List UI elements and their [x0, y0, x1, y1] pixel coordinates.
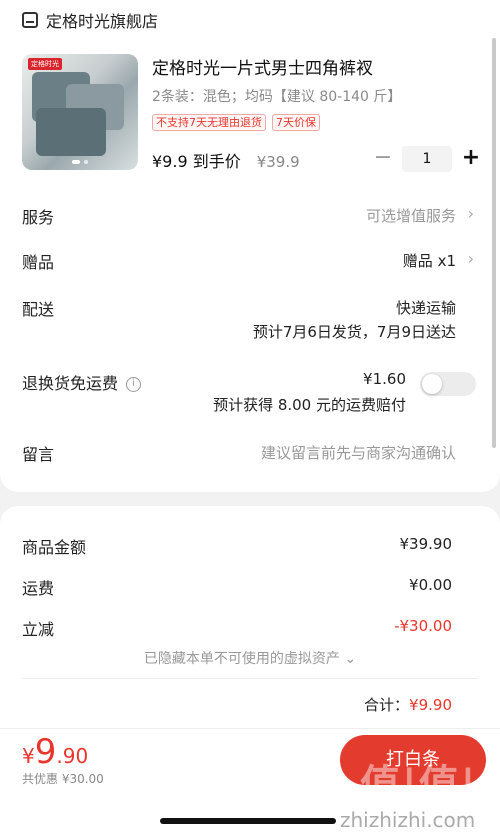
product-spec[interactable]: 2条装：混色；均码【建议 80-140 斤】	[152, 86, 401, 106]
discount-label: 立减	[22, 620, 55, 639]
divider	[22, 678, 478, 679]
goods-amount-label: 商品金额	[22, 538, 87, 557]
product-shorts-3	[36, 108, 106, 156]
store-icon	[22, 12, 38, 28]
tag-price-protect: 7天价保	[272, 114, 320, 131]
total-line: 合计：¥9.90	[364, 694, 452, 715]
info-icon[interactable]: i	[126, 377, 142, 392]
quantity-input[interactable]: 1	[402, 146, 452, 172]
order-card: 定格时光旗舰店 定格时光 定格时光一片式男士四角裤衩 2条装：混色；均码【建议 …	[0, 0, 500, 492]
pager-dot	[84, 160, 88, 164]
return-price: ¥1.60	[363, 370, 406, 388]
store-header[interactable]: 定格时光旗舰店	[22, 8, 158, 32]
pager-dot	[72, 160, 80, 164]
chevron-right-icon[interactable]: ›	[468, 249, 474, 268]
gift-label: 赠品	[22, 253, 55, 272]
hidden-assets-toggle[interactable]: 已隐藏本单不可使用的虚拟资产 ⌄	[0, 648, 500, 668]
return-shipping-label: 退换货免运费 i	[22, 370, 142, 394]
return-desc: 预计获得 8.00 元的运费赔付	[213, 396, 406, 414]
store-name[interactable]: 定格时光旗舰店	[46, 8, 158, 32]
tag-no-return: 不支持7天无理由退货	[152, 114, 266, 131]
image-pager	[72, 160, 88, 164]
chevron-right-icon[interactable]: ›	[468, 204, 474, 223]
return-shipping-toggle[interactable]	[420, 372, 476, 396]
minus-button[interactable]: −	[372, 147, 394, 171]
quantity-stepper: − 1 +	[372, 146, 482, 172]
pay-yen: ¥	[22, 744, 35, 768]
home-indicator	[160, 818, 336, 824]
plus-button[interactable]: +	[460, 147, 482, 171]
price-now: ¥9.9 到手价	[152, 152, 241, 171]
product-title[interactable]: 定格时光一片式男士四角裤衩	[152, 54, 373, 79]
message-input[interactable]: 建议留言前先与商家沟通确认	[261, 442, 456, 463]
product-tags: 不支持7天无理由退货 7天价保	[152, 114, 320, 131]
gift-value[interactable]: 赠品 x1	[403, 250, 456, 271]
toggle-knob	[422, 374, 442, 394]
pay-dec: .90	[56, 744, 89, 768]
pay-int: 9	[34, 732, 57, 772]
scrollbar[interactable]	[492, 38, 496, 448]
total-label: 合计：	[364, 696, 410, 714]
product-image[interactable]: 定格时光	[22, 54, 138, 170]
shipping-label: 运费	[22, 579, 55, 598]
return-shipping-text: 退换货免运费	[22, 374, 119, 393]
service-label: 服务	[22, 208, 55, 227]
delivery-method[interactable]: 快递运输	[396, 297, 456, 318]
service-value[interactable]: 可选增值服务	[366, 205, 456, 226]
watermark-url: zhizhizhi.com	[340, 808, 476, 832]
delivery-time: 预计7月6日发货，7月9日送达	[252, 323, 456, 341]
price-old: ¥39.9	[256, 153, 300, 171]
goods-amount-value: ¥39.90	[399, 535, 453, 553]
total-value: ¥9.90	[409, 696, 452, 714]
pay-price: ¥9.90	[22, 732, 88, 772]
message-label: 留言	[22, 445, 55, 464]
discount-value: -¥30.00	[394, 617, 452, 635]
price-line: ¥9.9 到手价 ¥39.9	[152, 148, 300, 172]
brand-tag: 定格时光	[28, 58, 62, 70]
shipping-value: ¥0.00	[409, 576, 452, 594]
saved-amount: 共优惠 ¥30.00	[22, 772, 104, 786]
delivery-label: 配送	[22, 300, 55, 319]
